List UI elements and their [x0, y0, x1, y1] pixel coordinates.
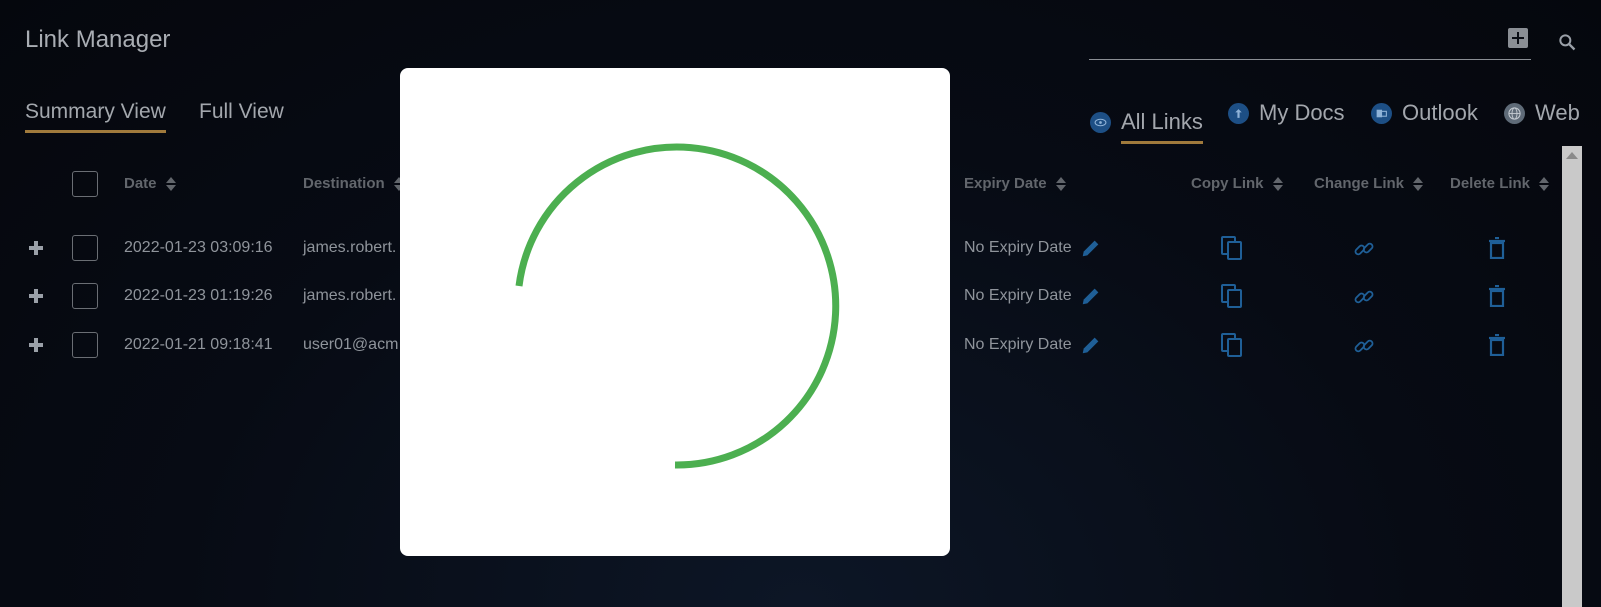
pencil-icon[interactable] [1080, 285, 1102, 307]
column-header-destination-label: Destination [303, 175, 385, 192]
column-header-copy[interactable]: Copy Link [1191, 175, 1283, 192]
row-expiry: No Expiry Date [964, 336, 1072, 353]
row-date: 2022-01-23 03:09:16 [124, 239, 273, 256]
row-checkbox[interactable] [72, 283, 98, 309]
pencil-icon[interactable] [1080, 237, 1102, 259]
filter-outlook-label: Outlook [1402, 100, 1478, 125]
sort-icon [1272, 176, 1283, 192]
add-box-icon[interactable] [1508, 28, 1528, 48]
plus-icon[interactable] [29, 241, 43, 255]
link-icon[interactable] [1353, 286, 1375, 308]
column-header-date[interactable]: Date [124, 175, 176, 192]
link-icon[interactable] [1353, 335, 1375, 357]
plus-icon[interactable] [29, 338, 43, 352]
upload-icon [1228, 102, 1249, 124]
copy-icon[interactable] [1220, 283, 1244, 309]
filter-all-links-label: All Links [1121, 109, 1203, 144]
column-header-expiry[interactable]: Expiry Date [964, 175, 1066, 192]
select-all-checkbox[interactable] [72, 171, 98, 197]
row-destination: james.robert. [303, 239, 397, 256]
globe-icon [1504, 102, 1525, 124]
copy-icon[interactable] [1220, 235, 1244, 261]
vertical-scrollbar[interactable] [1562, 146, 1582, 607]
filter-web-label: Web [1535, 100, 1580, 125]
copy-icon[interactable] [1220, 332, 1244, 358]
loading-modal [400, 68, 950, 556]
column-header-delete-label: Delete Link [1450, 175, 1531, 192]
trash-icon[interactable] [1487, 237, 1507, 259]
row-destination: james.robert. [303, 287, 397, 304]
search-icon[interactable] [1557, 32, 1577, 52]
column-header-delete[interactable]: Delete Link [1450, 175, 1550, 192]
filter-web[interactable]: Web [1504, 100, 1580, 126]
search-input[interactable] [1089, 59, 1531, 60]
filter-my-docs[interactable]: My Docs [1228, 100, 1345, 126]
row-destination: user01@acm [303, 336, 399, 353]
plus-icon[interactable] [29, 289, 43, 303]
link-icon[interactable] [1353, 238, 1375, 260]
sort-icon [1413, 176, 1424, 192]
sort-icon [165, 176, 176, 192]
column-header-date-label: Date [124, 175, 157, 192]
tab-full-view[interactable]: Full View [199, 100, 284, 130]
app-title: Link Manager [25, 26, 171, 53]
column-header-expiry-label: Expiry Date [964, 175, 1047, 192]
row-date: 2022-01-23 01:19:26 [124, 287, 273, 304]
eye-icon [1090, 111, 1111, 133]
column-header-destination[interactable]: Destination [303, 175, 404, 192]
row-expiry: No Expiry Date [964, 239, 1072, 256]
row-expiry: No Expiry Date [964, 287, 1072, 304]
scroll-up-arrow[interactable] [1566, 152, 1578, 159]
row-date: 2022-01-21 09:18:41 [124, 336, 273, 353]
column-header-copy-label: Copy Link [1191, 175, 1264, 192]
outlook-icon [1371, 102, 1392, 124]
loading-spinner [515, 143, 840, 469]
trash-icon[interactable] [1487, 285, 1507, 307]
column-header-change-label: Change Link [1314, 175, 1405, 192]
column-header-change[interactable]: Change Link [1314, 175, 1424, 192]
filter-all-links[interactable]: All Links [1090, 100, 1203, 144]
tab-summary-view[interactable]: Summary View [25, 100, 166, 133]
filter-outlook[interactable]: Outlook [1371, 100, 1478, 126]
filter-my-docs-label: My Docs [1259, 100, 1345, 125]
pencil-icon[interactable] [1080, 334, 1102, 356]
sort-icon [1539, 176, 1550, 192]
trash-icon[interactable] [1487, 334, 1507, 356]
row-checkbox[interactable] [72, 235, 98, 261]
row-checkbox[interactable] [72, 332, 98, 358]
sort-icon [1055, 176, 1066, 192]
